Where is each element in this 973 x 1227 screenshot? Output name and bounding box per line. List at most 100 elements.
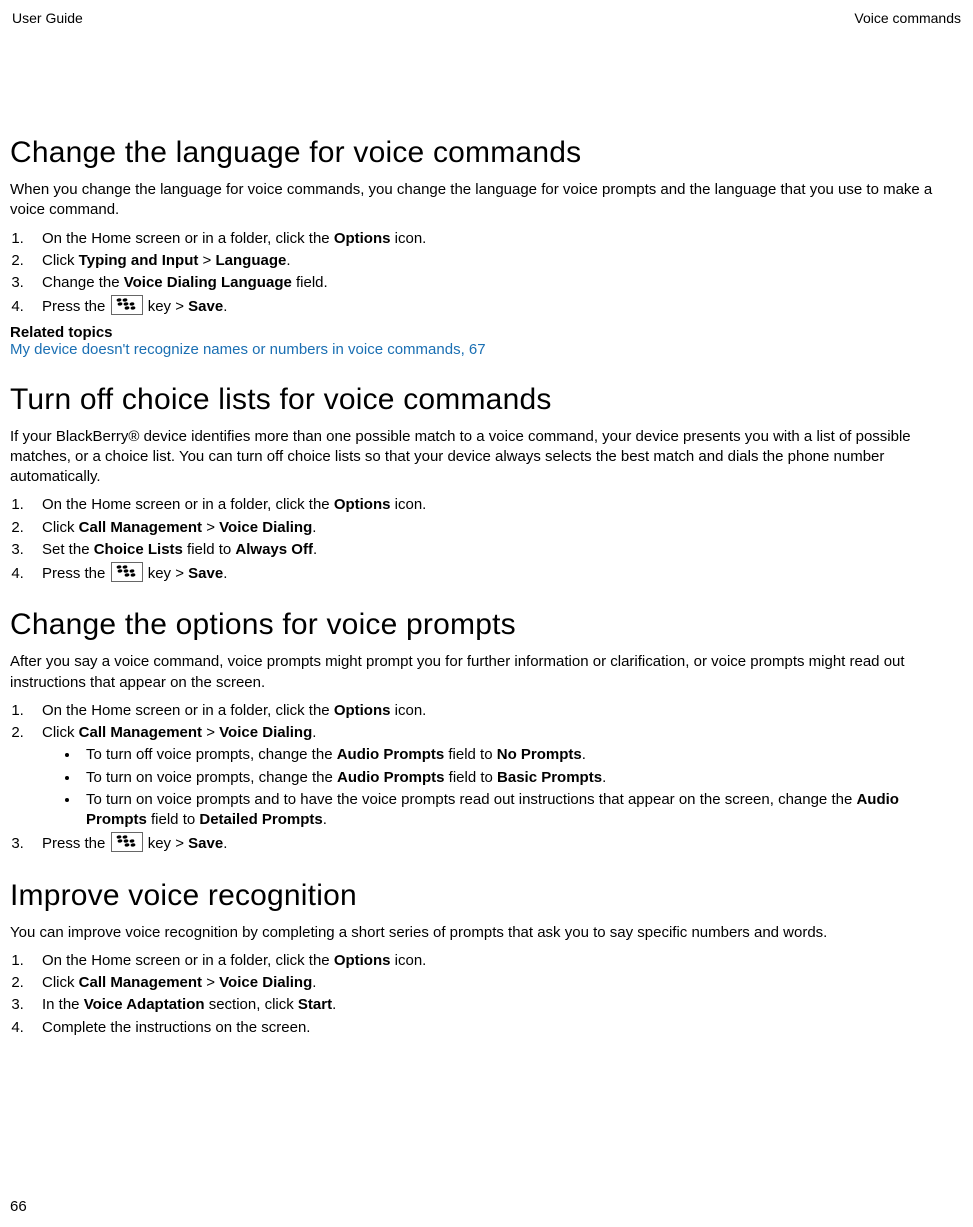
step-text: .	[286, 252, 290, 269]
step-text: Click	[42, 252, 79, 269]
step-bold: Voice Dialing	[219, 974, 312, 991]
bullet-text: .	[323, 811, 327, 828]
step-bold: Language	[215, 252, 286, 269]
list-item: Change the Voice Dialing Language field.	[28, 273, 963, 293]
step-text: >	[202, 519, 219, 536]
step-text: .	[312, 974, 316, 991]
step-bold: Start	[298, 996, 332, 1013]
list-item: Press the key > Save.	[28, 832, 963, 854]
step-bold: Typing and Input	[79, 252, 199, 269]
step-text: Click	[42, 519, 79, 536]
list-item: In the Voice Adaptation section, click S…	[28, 995, 963, 1015]
step-text: .	[332, 996, 336, 1013]
step-text: On the Home screen or in a folder, click…	[42, 496, 334, 513]
step-bold: Options	[334, 496, 391, 513]
bullet-text: .	[582, 746, 586, 763]
step-bold: Choice Lists	[94, 541, 183, 558]
step-text: Complete the instructions on the screen.	[42, 1019, 310, 1036]
step-text: .	[312, 519, 316, 536]
step-bold: Voice Dialing	[219, 724, 312, 741]
list-item: Click Call Management > Voice Dialing.	[28, 973, 963, 993]
header-left: User Guide	[12, 10, 83, 26]
section-1-title: Change the language for voice commands	[10, 136, 963, 170]
list-item: Set the Choice Lists field to Always Off…	[28, 540, 963, 560]
step-text: On the Home screen or in a folder, click…	[42, 702, 334, 719]
step-text: >	[202, 974, 219, 991]
list-item: Click Call Management > Voice Dialing.	[28, 518, 963, 538]
list-item: Click Typing and Input > Language.	[28, 251, 963, 271]
step-text: .	[223, 298, 227, 315]
step-bold: Save	[188, 565, 223, 582]
step-bold: Voice Adaptation	[84, 996, 205, 1013]
list-item: Click Call Management > Voice Dialing. T…	[28, 723, 963, 830]
step-text: Press the	[42, 835, 110, 852]
step-text: In the	[42, 996, 84, 1013]
related-topics-label: Related topics	[10, 324, 963, 341]
step-text: key >	[144, 298, 189, 315]
step-text: key >	[144, 565, 189, 582]
bullet-text: To turn on voice prompts and to have the…	[86, 791, 856, 808]
blackberry-menu-key-icon	[111, 832, 143, 852]
list-item: To turn on voice prompts, change the Aud…	[80, 768, 963, 788]
step-text: icon.	[390, 952, 426, 969]
bullet-bold: Audio Prompts	[337, 769, 445, 786]
related-topic-link[interactable]: My device doesn't recognize names or num…	[10, 341, 486, 358]
step-text: >	[198, 252, 215, 269]
blackberry-menu-key-icon	[111, 295, 143, 315]
step-text: Set the	[42, 541, 94, 558]
list-item: On the Home screen or in a folder, click…	[28, 229, 963, 249]
step-text: field to	[183, 541, 236, 558]
step-bold: Voice Dialing	[219, 519, 312, 536]
bullet-text: .	[602, 769, 606, 786]
step-text: On the Home screen or in a folder, click…	[42, 230, 334, 247]
step-bold: Call Management	[79, 519, 202, 536]
bullet-bold: Audio Prompts	[337, 746, 445, 763]
header-right: Voice commands	[854, 10, 961, 26]
section-2-title: Turn off choice lists for voice commands	[10, 383, 963, 417]
step-text: key >	[144, 835, 189, 852]
list-item: To turn on voice prompts and to have the…	[80, 790, 963, 831]
section-3-intro: After you say a voice command, voice pro…	[10, 652, 963, 693]
step-bold: Options	[334, 702, 391, 719]
section-2-intro: If your BlackBerry® device identifies mo…	[10, 427, 963, 488]
section-2-steps: On the Home screen or in a folder, click…	[10, 495, 963, 584]
step-text: Change the	[42, 274, 124, 291]
list-item: To turn off voice prompts, change the Au…	[80, 745, 963, 765]
step-text: Press the	[42, 565, 110, 582]
section-3-steps: On the Home screen or in a folder, click…	[10, 701, 963, 855]
section-4-steps: On the Home screen or in a folder, click…	[10, 951, 963, 1038]
step-bold: Options	[334, 952, 391, 969]
step-text: section, click	[205, 996, 298, 1013]
section-1-intro: When you change the language for voice c…	[10, 180, 963, 221]
step-bold: Save	[188, 835, 223, 852]
step-text: Click	[42, 724, 79, 741]
bullet-text: field to	[444, 769, 497, 786]
step-text: icon.	[390, 230, 426, 247]
section-3-title: Change the options for voice prompts	[10, 608, 963, 642]
bullet-text: field to	[444, 746, 497, 763]
list-item: Press the key > Save.	[28, 295, 963, 317]
step-text: .	[312, 724, 316, 741]
blackberry-menu-key-icon	[111, 562, 143, 582]
step-bold: Call Management	[79, 974, 202, 991]
step-text: On the Home screen or in a folder, click…	[42, 952, 334, 969]
list-item: On the Home screen or in a folder, click…	[28, 495, 963, 515]
bullet-text: field to	[147, 811, 200, 828]
step-text: >	[202, 724, 219, 741]
list-item: Complete the instructions on the screen.	[28, 1018, 963, 1038]
step-bold: Options	[334, 230, 391, 247]
page-number: 66	[10, 1198, 27, 1215]
list-item: On the Home screen or in a folder, click…	[28, 701, 963, 721]
section-3-bullets: To turn off voice prompts, change the Au…	[42, 745, 963, 830]
step-text: field.	[292, 274, 328, 291]
section-4-intro: You can improve voice recognition by com…	[10, 923, 963, 943]
step-bold: Save	[188, 298, 223, 315]
step-text: Press the	[42, 298, 110, 315]
step-text: .	[223, 565, 227, 582]
bullet-bold: Detailed Prompts	[199, 811, 322, 828]
step-text: Click	[42, 974, 79, 991]
bullet-text: To turn off voice prompts, change the	[86, 746, 337, 763]
step-bold: Voice Dialing Language	[124, 274, 292, 291]
step-bold: Call Management	[79, 724, 202, 741]
section-1-steps: On the Home screen or in a folder, click…	[10, 229, 963, 318]
